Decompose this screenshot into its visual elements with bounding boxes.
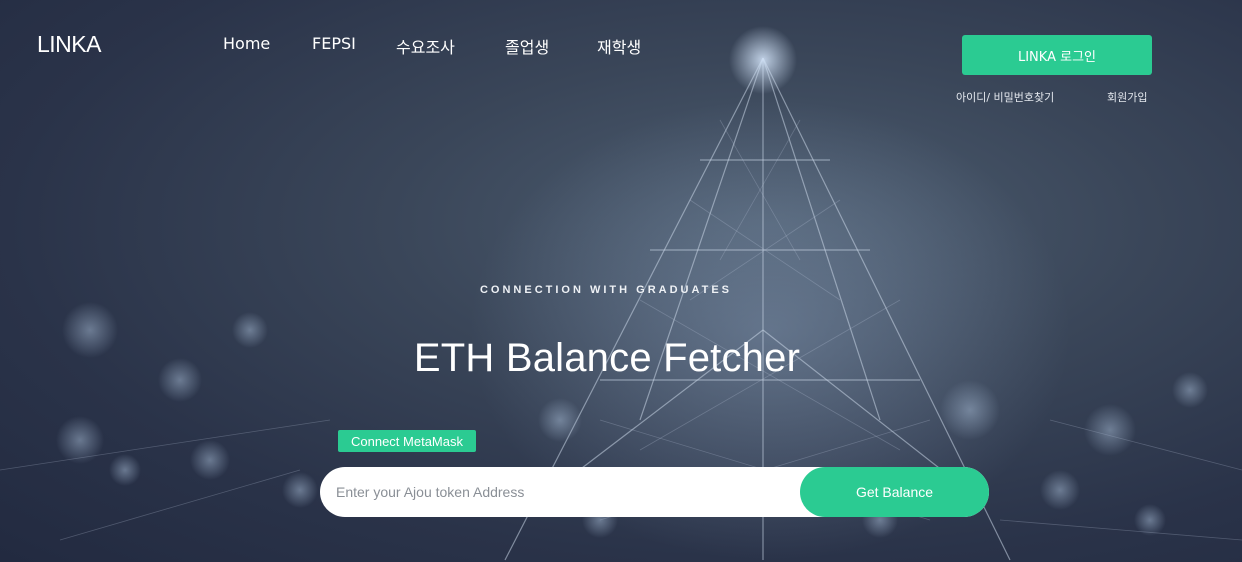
connect-metamask-button[interactable]: Connect MetaMask (338, 430, 476, 452)
nav-item-fepsi[interactable]: FEPSI (312, 34, 356, 53)
page-title: ETH Balance Fetcher (413, 336, 801, 380)
nav-item-survey[interactable]: 수요조사 (396, 34, 455, 58)
find-account-link[interactable]: 아이디/ 비밀번호찾기 (956, 89, 1054, 105)
get-balance-button[interactable]: Get Balance (800, 467, 989, 517)
login-button[interactable]: LINKA 로그인 (962, 35, 1152, 75)
nav-item-home[interactable]: Home (223, 34, 270, 53)
brand-logo[interactable]: LINKA (37, 31, 101, 58)
nav-item-students[interactable]: 재학생 (597, 34, 641, 58)
address-input[interactable] (336, 467, 796, 517)
signup-link[interactable]: 회원가입 (1107, 89, 1147, 105)
nav-item-graduates[interactable]: 졸업생 (505, 34, 549, 58)
hero-eyebrow: CONNECTION WITH GRADUATES (479, 284, 732, 296)
address-search-bar: Get Balance (320, 467, 989, 517)
